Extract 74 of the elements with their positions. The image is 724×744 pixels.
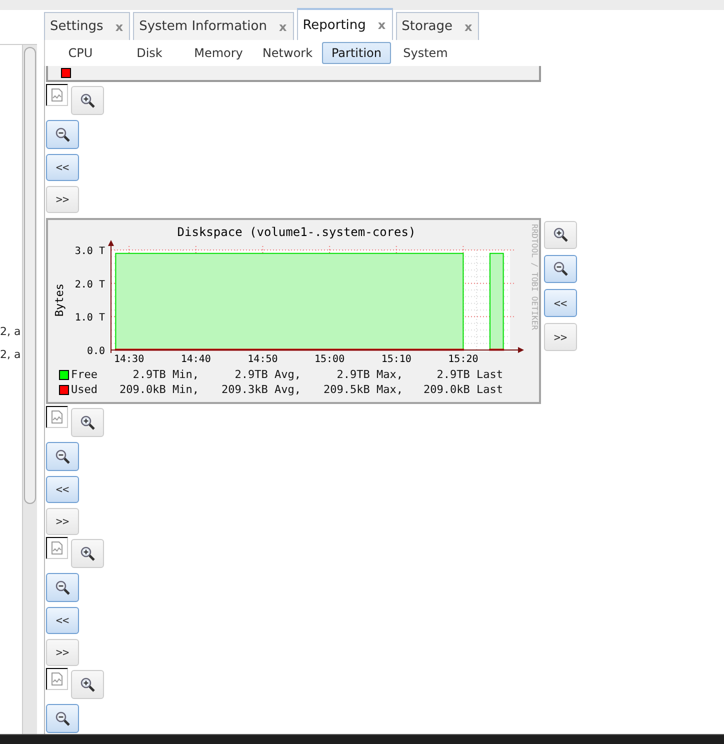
legend-value: 209.3kB Avg, — [220, 383, 301, 396]
x-tick-label: 15:00 — [314, 354, 345, 365]
tab-label: Settings — [50, 19, 104, 34]
legend-label: Free — [71, 368, 98, 381]
subtab[interactable]: Disk — [115, 42, 184, 64]
legend-value: 2.9TB Last — [436, 368, 503, 381]
zoom-out-button[interactable] — [46, 120, 79, 149]
tab-label: Storage — [402, 19, 453, 34]
y-axis-label: Bytes — [53, 283, 66, 317]
legend-value: 209.0kB Min, — [118, 383, 199, 396]
legend-label: Used — [71, 383, 98, 396]
subtab[interactable]: Network — [253, 42, 322, 64]
zoom-in-icon — [80, 92, 96, 108]
zoom-out-icon — [54, 448, 70, 464]
x-tick-label: 14:40 — [180, 354, 211, 365]
tab[interactable]: Storage x — [396, 12, 480, 40]
nav-button[interactable]: >> — [544, 323, 577, 351]
y-tick-label: 2.0 T — [74, 279, 105, 290]
subtab[interactable]: CPU — [46, 42, 115, 64]
nav-button[interactable]: << — [544, 289, 577, 317]
zoom-out-icon — [54, 580, 70, 596]
tab[interactable]: Settings x — [44, 12, 130, 40]
text-line: 2, a — [0, 325, 22, 340]
y-tick-label: 3.0 T — [74, 246, 105, 257]
x-tick-label: 15:10 — [381, 354, 412, 365]
zoom-in-button[interactable] — [71, 670, 104, 699]
nav-button[interactable]: >> — [46, 186, 79, 213]
zoom-out-button[interactable] — [46, 573, 79, 602]
zoom-out-button[interactable] — [544, 255, 577, 283]
tab[interactable]: Reporting x — [296, 8, 393, 40]
credit-text: RRDTOOL / TOBI OETIKER — [530, 224, 539, 330]
legend-swatch — [61, 68, 71, 78]
zoom-out-button[interactable] — [46, 442, 79, 471]
y-tick-label: 1.0 T — [74, 312, 105, 324]
tab-label: Reporting — [302, 18, 366, 32]
y-tick-label: 0.0 — [86, 346, 105, 357]
broken-image-icon — [50, 410, 64, 424]
x-tick-label: 15:20 — [448, 354, 478, 365]
zoom-out-button[interactable] — [46, 704, 79, 733]
legend-value: 2.9TB Avg, — [234, 368, 301, 381]
subtab[interactable]: Memory — [184, 42, 253, 64]
zoom-in-button[interactable] — [71, 408, 104, 437]
broken-image-icon — [50, 541, 64, 555]
zoom-out-icon — [54, 710, 70, 726]
nav-button[interactable]: << — [46, 476, 79, 503]
zoom-in-button[interactable] — [71, 86, 104, 115]
scrollbar[interactable] — [22, 45, 37, 734]
nav-button[interactable]: << — [46, 607, 79, 634]
legend-value: 2.9TB Min, — [132, 368, 199, 381]
zoom-in-button[interactable] — [544, 221, 577, 249]
subtab[interactable]: Partition — [322, 42, 391, 64]
broken-image-icon — [50, 672, 64, 686]
nav-button[interactable]: >> — [46, 508, 79, 535]
zoom-out-icon — [552, 261, 568, 277]
close-button[interactable]: x — [378, 18, 386, 32]
chart-title: Diskspace (volume1-.system-cores) — [177, 225, 416, 239]
broken-image-icon — [50, 88, 64, 102]
zoom-in-icon — [552, 227, 568, 243]
text-line: 2, a — [0, 348, 22, 363]
nav-button[interactable]: << — [46, 154, 79, 181]
legend-value: 209.5kB Max, — [322, 383, 403, 396]
tab-label: System Information — [139, 19, 267, 34]
legend-value: 209.0kB Last — [422, 383, 503, 396]
zoom-in-icon — [80, 546, 96, 562]
x-tick-label: 14:30 — [114, 354, 144, 365]
subtab[interactable]: System — [391, 42, 460, 64]
zoom-out-icon — [54, 126, 70, 142]
zoom-in-button[interactable] — [71, 539, 104, 568]
nav-button[interactable]: >> — [46, 639, 79, 666]
x-tick-label: 14:50 — [248, 354, 278, 365]
zoom-in-icon — [80, 414, 96, 430]
legend-value: 2.9TB Max, — [336, 368, 403, 381]
tab[interactable]: System Information x — [133, 12, 294, 40]
zoom-in-icon — [80, 676, 96, 692]
